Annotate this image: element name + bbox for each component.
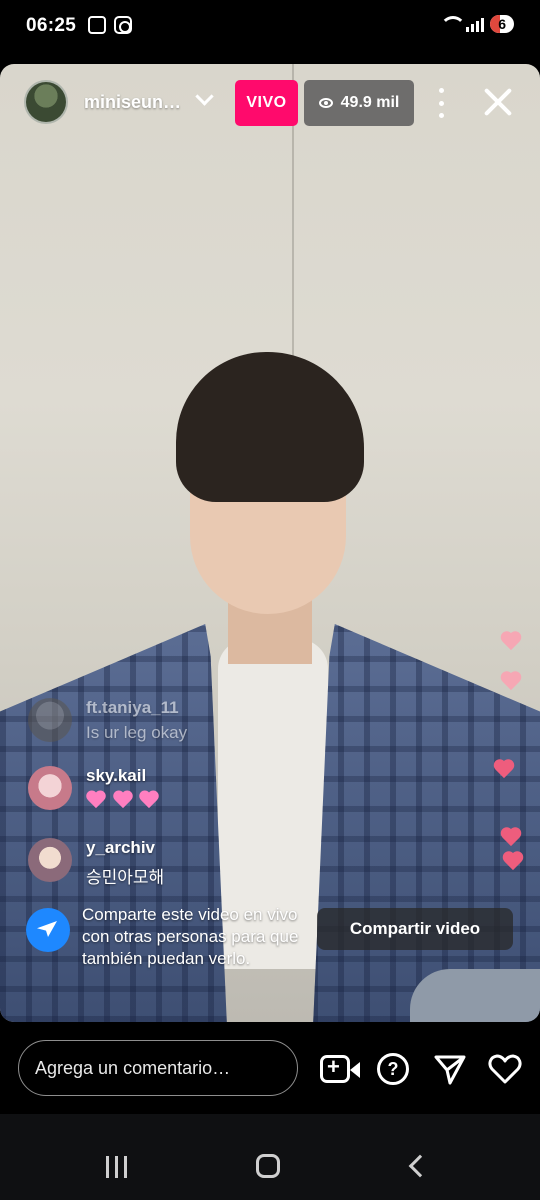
comment-item[interactable]: y_archiv 승민아모해 — [28, 838, 164, 888]
comment-username[interactable]: sky.kail — [86, 766, 161, 786]
commenter-avatar[interactable] — [28, 766, 72, 810]
comment-text: Is ur leg okay — [86, 723, 188, 742]
battery-icon: 6 — [490, 15, 514, 33]
pink-heart-icon — [139, 791, 159, 809]
comment-item[interactable]: sky.kail — [28, 766, 161, 814]
host-avatar[interactable] — [24, 80, 68, 124]
comment-item[interactable]: ft.taniya_11 Is ur leg okay — [28, 698, 187, 743]
comment-bar: ? — [0, 1022, 540, 1114]
chevron-down-icon[interactable] — [196, 90, 212, 106]
floating-heart-icon — [493, 760, 515, 780]
status-bar: 06:25 6 — [0, 0, 540, 56]
floating-heart-icon — [502, 852, 524, 872]
pink-heart-icon — [113, 791, 133, 809]
more-options-icon[interactable] — [432, 88, 450, 118]
recents-icon[interactable] — [106, 1156, 127, 1178]
add-video-icon[interactable] — [320, 1054, 360, 1083]
share-video-button[interactable]: Compartir video — [317, 908, 513, 950]
battery-level: 6 — [498, 16, 506, 32]
wifi-icon — [440, 16, 467, 32]
comment-input[interactable] — [18, 1040, 298, 1096]
scan-icon — [88, 16, 106, 34]
signal-icon — [466, 16, 485, 32]
back-icon[interactable] — [408, 1154, 432, 1178]
home-icon[interactable] — [256, 1154, 280, 1178]
status-system-icons: 6 — [440, 15, 514, 33]
question-icon[interactable]: ? — [377, 1053, 409, 1085]
share-message: Comparte este video en vivo con otras pe… — [82, 905, 299, 968]
close-icon[interactable] — [482, 86, 514, 118]
status-time: 06:25 — [26, 15, 77, 36]
live-badge: VIVO — [235, 80, 298, 126]
floating-heart-icon — [500, 672, 522, 692]
navigation-bar — [0, 1114, 540, 1200]
commenter-avatar[interactable] — [28, 698, 72, 742]
status-notification-icons — [88, 16, 132, 34]
commenter-avatar[interactable] — [28, 838, 72, 882]
comment-text: 승민아모해 — [86, 868, 165, 888]
live-header: miniseun… VIVO 49.9 mil — [0, 74, 540, 130]
share-icon — [26, 908, 70, 952]
send-icon[interactable] — [433, 1052, 467, 1086]
comment-hearts — [86, 791, 161, 814]
host-username[interactable]: miniseun… — [84, 92, 181, 113]
comment-username[interactable]: y_archiv — [86, 838, 164, 858]
video-person-hair — [176, 352, 364, 502]
floating-heart-icon — [500, 828, 522, 848]
comment-username[interactable]: ft.taniya_11 — [86, 698, 187, 718]
eye-icon — [318, 98, 333, 108]
share-prompt: Comparte este video en vivo con otras pe… — [26, 904, 526, 994]
viewer-count: 49.9 mil — [340, 94, 400, 111]
instagram-icon — [114, 16, 132, 34]
viewer-count-badge[interactable]: 49.9 mil — [304, 80, 414, 126]
pink-heart-icon — [86, 791, 106, 809]
floating-heart-icon — [500, 632, 522, 652]
heart-outline-icon[interactable] — [488, 1052, 522, 1086]
